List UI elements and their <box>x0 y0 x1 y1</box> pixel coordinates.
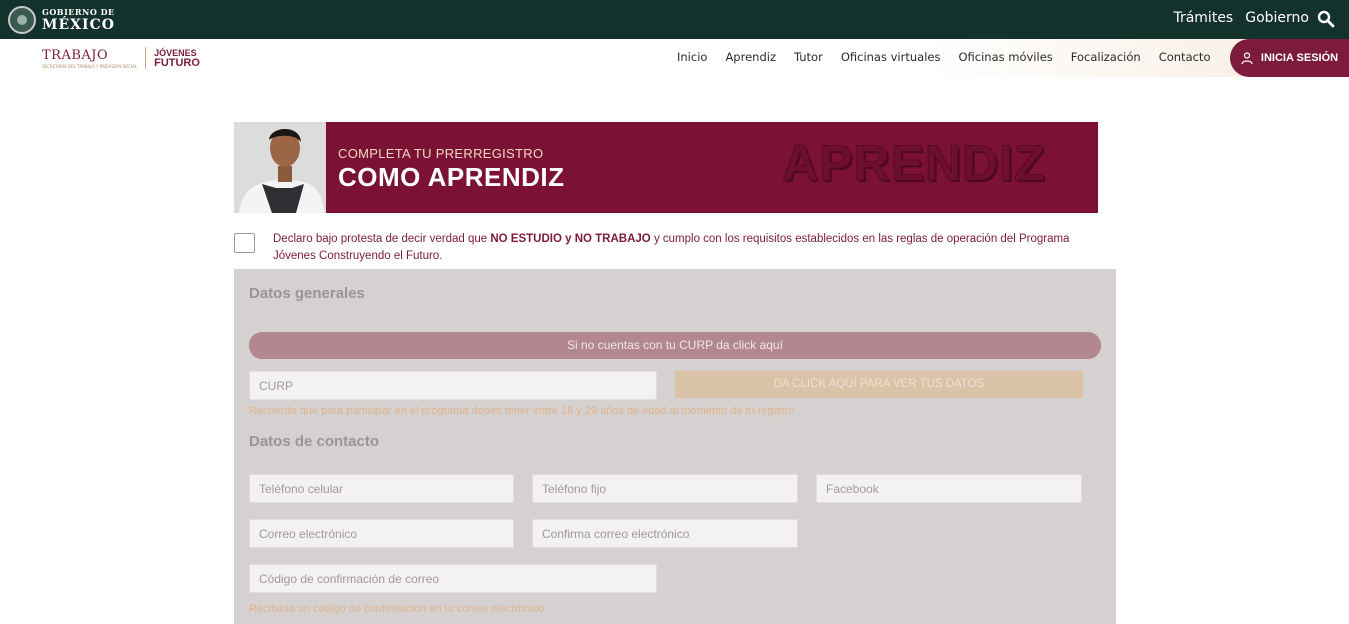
banner-watermark: APRENDIZ <box>782 135 1046 192</box>
declaration-part1: Declaro bajo protesta de decir verdad qu… <box>273 233 491 245</box>
curp-help-button[interactable]: Si no cuentas con tu CURP da click aquí <box>249 332 1101 359</box>
email-confirm-input[interactable]: Confirma correo electrónico <box>532 519 798 548</box>
gov-logo-text: GOBIERNO DE MÉXICO <box>42 8 115 32</box>
mobile-phone-placeholder: Teléfono celular <box>259 481 344 496</box>
brand-futuro: FUTURO <box>154 57 200 69</box>
user-icon <box>1241 52 1253 64</box>
nav-item-contacto[interactable]: Contacto <box>1159 50 1211 64</box>
facebook-placeholder: Facebook <box>826 481 879 496</box>
registration-form: Datos generales Si no cuentas con tu CUR… <box>234 269 1116 624</box>
gov-logo-big: MÉXICO <box>42 17 115 33</box>
code-note: Recibirás un código de confirmación en t… <box>249 603 548 615</box>
brand-trabajo-sub: SECRETARÍA DEL TRABAJO Y PREVISIÓN SOCIA… <box>42 63 138 69</box>
mobile-phone-input[interactable]: Teléfono celular <box>249 474 514 503</box>
facebook-input[interactable]: Facebook <box>816 474 1082 503</box>
email-input[interactable]: Correo electrónico <box>249 519 514 548</box>
nav-item-tutor[interactable]: Tutor <box>794 50 823 64</box>
gov-link-tramites[interactable]: Trámites <box>1173 10 1233 26</box>
search-icon[interactable] <box>1317 10 1335 28</box>
declaration-bold: NO ESTUDIO y NO TRABAJO <box>490 233 651 245</box>
nav-item-inicio[interactable]: Inicio <box>677 50 707 64</box>
banner-title: COMO APRENDIZ <box>338 162 565 192</box>
jovenes-futuro-logo: JÓVENES FUTURO <box>154 48 200 69</box>
email-code-placeholder: Código de confirmación de correo <box>259 571 440 586</box>
main-nav: TRABAJO SECRETARÍA DEL TRABAJO Y PREVISI… <box>0 39 1349 77</box>
login-button[interactable]: INICIA SESIÓN <box>1230 39 1349 77</box>
curp-input[interactable]: CURP <box>249 371 657 400</box>
see-data-button[interactable]: DA CLICK AQUÍ PARA VER TUS DATOS <box>675 371 1083 398</box>
gov-header: GOBIERNO DE MÉXICO Trámites Gobierno <box>0 0 1349 39</box>
brand-divider <box>145 47 147 69</box>
banner-subtitle: COMPLETA TU PRERREGISTRO <box>338 146 544 161</box>
nav-menu: Inicio Aprendiz Tutor Oficinas virtuales… <box>677 50 1228 64</box>
curp-note: Recuerda que para participar en el progr… <box>249 405 798 417</box>
email-placeholder: Correo electrónico <box>259 526 358 541</box>
general-data-title: Datos generales <box>249 285 365 302</box>
home-phone-placeholder: Teléfono fijo <box>542 481 607 496</box>
nav-item-aprendiz[interactable]: Aprendiz <box>725 50 776 64</box>
email-confirm-placeholder: Confirma correo electrónico <box>542 526 690 541</box>
nav-item-focalizacion[interactable]: Focalización <box>1071 50 1141 64</box>
login-label: INICIA SESIÓN <box>1260 52 1339 64</box>
person-illustration <box>234 122 326 213</box>
email-code-input[interactable]: Código de confirmación de correo <box>249 564 657 593</box>
gov-logo-small: GOBIERNO DE <box>42 7 115 17</box>
declaration-checkbox[interactable] <box>234 233 255 253</box>
brand-logo[interactable]: TRABAJO SECRETARÍA DEL TRABAJO Y PREVISI… <box>42 47 200 69</box>
nav-item-oficinas-virtuales[interactable]: Oficinas virtuales <box>841 50 941 64</box>
brand-trabajo: TRABAJO <box>42 47 109 63</box>
hero-banner: COMPLETA TU PRERREGISTRO COMO APRENDIZ A… <box>234 122 1098 213</box>
national-seal-icon <box>8 6 36 34</box>
contact-data-title: Datos de contacto <box>249 433 380 450</box>
apprentice-photo <box>234 122 326 213</box>
gov-links: Trámites Gobierno <box>1173 10 1309 26</box>
home-phone-input[interactable]: Teléfono fijo <box>532 474 798 503</box>
trabajo-logo: TRABAJO SECRETARÍA DEL TRABAJO Y PREVISI… <box>42 48 137 69</box>
nav-item-oficinas-moviles[interactable]: Oficinas móviles <box>958 50 1052 64</box>
gov-logo[interactable]: GOBIERNO DE MÉXICO <box>8 6 115 34</box>
curp-placeholder: CURP <box>259 378 294 393</box>
declaration-text: Declaro bajo protesta de decir verdad qu… <box>273 231 1073 265</box>
gov-link-gobierno[interactable]: Gobierno <box>1245 10 1309 26</box>
